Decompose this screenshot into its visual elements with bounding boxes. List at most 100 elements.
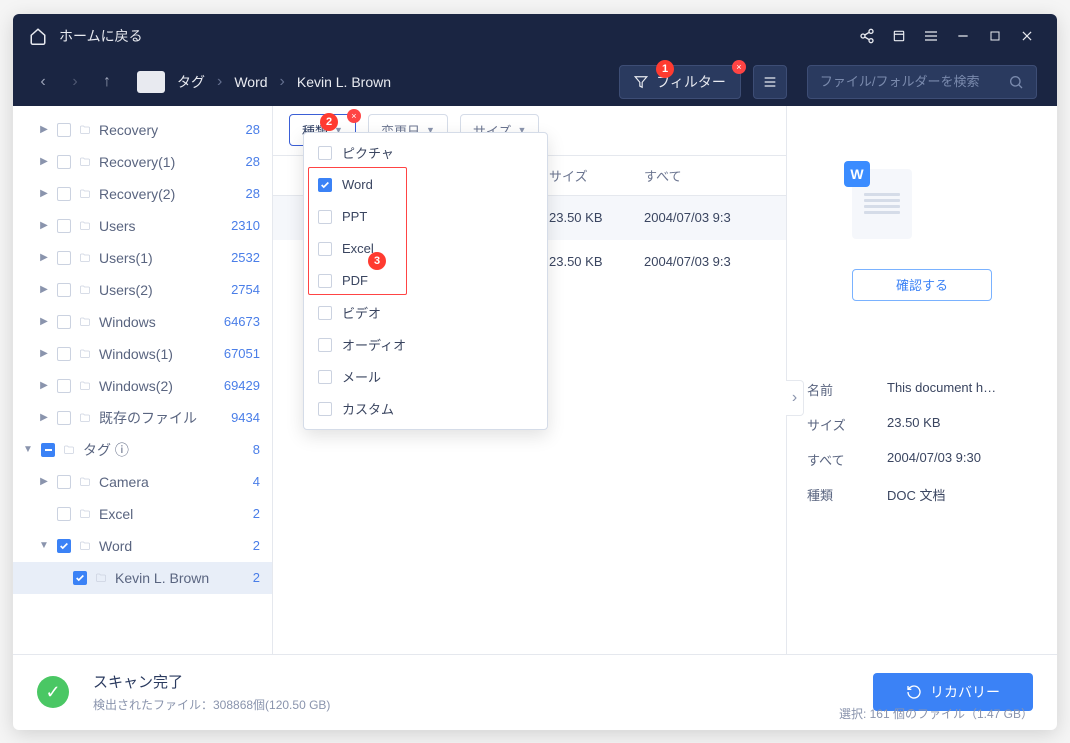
dropdown-item-label: ピクチャ — [342, 143, 394, 162]
footer: ✓ スキャン完了 検出されたファイル：308868個(120.50 GB) リカ… — [13, 654, 1057, 730]
dropdown-item[interactable]: オーディオ — [304, 329, 547, 361]
filter-label: フィルター — [656, 72, 726, 92]
sidebar-item[interactable]: ▶ Camera 4 — [13, 466, 272, 498]
col-all[interactable]: すべて — [644, 166, 770, 185]
back-button[interactable]: ‹ — [33, 72, 53, 92]
maximize-icon[interactable] — [981, 22, 1009, 50]
sidebar[interactable]: ▶ Recovery 28▶ Recovery(1) 28▶ Recovery(… — [13, 106, 273, 654]
meta-name-val: This document h… — [887, 380, 1037, 399]
sidebar-item[interactable]: ▶ Recovery(1) 28 — [13, 146, 272, 178]
folder-icon — [77, 252, 93, 264]
checkbox[interactable] — [57, 315, 71, 329]
checkbox[interactable] — [318, 178, 332, 192]
checkbox[interactable] — [318, 146, 332, 160]
checkbox[interactable] — [57, 251, 71, 265]
checkbox[interactable] — [57, 283, 71, 297]
sidebar-item-count: 64673 — [224, 314, 260, 329]
sidebar-item-label: Camera — [99, 474, 253, 490]
dropdown-item[interactable]: PDF — [304, 265, 547, 297]
sidebar-item-count: 2310 — [231, 218, 260, 233]
share-icon[interactable] — [853, 22, 881, 50]
checkbox[interactable] — [57, 379, 71, 393]
sidebar-item-count: 2754 — [231, 282, 260, 297]
checkbox[interactable] — [57, 475, 71, 489]
sidebar-item-count: 4 — [253, 474, 260, 489]
checkbox[interactable] — [73, 571, 87, 585]
sidebar-item[interactable]: ▶ Windows(1) 67051 — [13, 338, 272, 370]
search-input[interactable] — [820, 74, 1008, 89]
dropdown-item-label: Word — [342, 177, 373, 192]
dropdown-item-label: オーディオ — [342, 335, 406, 354]
folder-icon — [77, 284, 93, 296]
sidebar-item[interactable]: ▶ Users(2) 2754 — [13, 274, 272, 306]
checkbox[interactable] — [57, 507, 71, 521]
dropdown-item[interactable]: ピクチャ — [304, 137, 547, 169]
checkbox[interactable] — [318, 338, 332, 352]
word-badge-icon: W — [844, 161, 870, 187]
dropdown-item[interactable]: Word — [304, 169, 547, 201]
checkbox[interactable] — [57, 539, 71, 553]
menu-icon[interactable] — [917, 22, 945, 50]
caret-icon: ▶ — [37, 412, 51, 423]
caret-icon: ▶ — [37, 316, 51, 327]
checkbox[interactable] — [57, 219, 71, 233]
close-icon[interactable] — [1013, 22, 1041, 50]
dropdown-item[interactable]: ビデオ — [304, 297, 547, 329]
sidebar-item[interactable]: ▶ Recovery 28 — [13, 114, 272, 146]
up-button[interactable]: ↑ — [97, 72, 117, 92]
sidebar-item[interactable]: Excel 2 — [13, 498, 272, 530]
dropdown-item[interactable]: カスタム — [304, 393, 547, 425]
crumb-person[interactable]: Kevin L. Brown — [297, 74, 391, 90]
window-icon[interactable] — [885, 22, 913, 50]
forward-button[interactable]: › — [65, 72, 85, 92]
dropdown-item[interactable]: メール — [304, 361, 547, 393]
home-link[interactable]: ホームに戻る — [59, 26, 143, 46]
sidebar-item[interactable]: ▶ 既存のファイル 9434 — [13, 402, 272, 434]
checkbox[interactable] — [57, 155, 71, 169]
checkbox[interactable] — [318, 306, 332, 320]
sidebar-item[interactable]: ▶ Users(1) 2532 — [13, 242, 272, 274]
chevron-right-icon: › — [217, 73, 222, 91]
metadata: 名前This document h… サイズ23.50 KB すべて2004/0… — [787, 364, 1057, 654]
meta-type-val: DOC 文档 — [887, 485, 1037, 504]
clear-filter-icon[interactable]: × — [732, 60, 746, 74]
type-dropdown[interactable]: ピクチャ Word PPTExcelPDF ビデオオーディオメールカスタム — [303, 132, 548, 430]
search-box[interactable] — [807, 65, 1037, 99]
sidebar-item-label: Windows(1) — [99, 346, 224, 362]
checkbox[interactable] — [318, 402, 332, 416]
view-mode-button[interactable] — [753, 65, 787, 99]
meta-all-key: すべて — [807, 450, 887, 469]
search-icon — [1008, 74, 1024, 90]
checkbox[interactable] — [318, 370, 332, 384]
checkbox[interactable] — [41, 443, 55, 457]
sidebar-item[interactable]: ▶ Windows 64673 — [13, 306, 272, 338]
checkbox[interactable] — [318, 210, 332, 224]
clear-type-filter-icon[interactable]: × — [347, 109, 361, 123]
confirm-button[interactable]: 確認する — [852, 269, 992, 301]
sidebar-item[interactable]: ▼ タグ ⓘ 8 — [13, 434, 272, 466]
checkbox[interactable] — [318, 274, 332, 288]
checkbox[interactable] — [57, 347, 71, 361]
sidebar-item[interactable]: ▶ Recovery(2) 28 — [13, 178, 272, 210]
checkbox[interactable] — [57, 187, 71, 201]
minimize-icon[interactable] — [949, 22, 977, 50]
checkbox[interactable] — [318, 242, 332, 256]
checkbox[interactable] — [57, 123, 71, 137]
checkbox[interactable] — [57, 411, 71, 425]
col-size[interactable]: サイズ — [549, 166, 644, 185]
sidebar-item[interactable]: ▼ Word 2 — [13, 530, 272, 562]
sidebar-item-count: 28 — [246, 154, 260, 169]
funnel-icon — [634, 75, 648, 89]
dropdown-item-label: ビデオ — [342, 303, 381, 322]
sidebar-item[interactable]: Kevin L. Brown 2 — [13, 562, 272, 594]
sidebar-item[interactable]: ▶ Users 2310 — [13, 210, 272, 242]
toolbar: ‹ › ↑ タグ › Word › Kevin L. Brown フィルター × — [13, 58, 1057, 106]
recover-label: リカバリー — [930, 682, 1000, 702]
dropdown-item[interactable]: PPT — [304, 201, 547, 233]
crumb-tag[interactable]: タグ — [177, 72, 205, 92]
filter-button[interactable]: フィルター × — [619, 65, 741, 99]
sidebar-item[interactable]: ▶ Windows(2) 69429 — [13, 370, 272, 402]
dropdown-item[interactable]: Excel — [304, 233, 547, 265]
crumb-word[interactable]: Word — [234, 74, 267, 90]
collapse-panel-button[interactable]: › — [786, 380, 804, 416]
